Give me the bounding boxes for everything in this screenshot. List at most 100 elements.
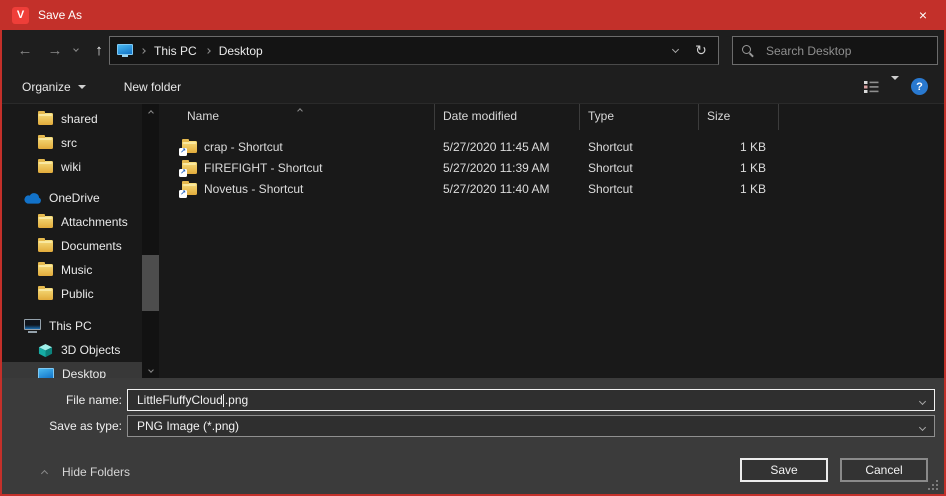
file-name-extension: .png [225, 393, 248, 407]
folder-icon [38, 216, 53, 228]
chevron-down-icon [671, 45, 678, 52]
sidebar-item-label: wiki [61, 160, 81, 174]
refresh-button[interactable]: ↻ [688, 37, 714, 64]
organize-menu-button[interactable]: Organize [22, 80, 86, 94]
shortcut-arrow-icon: ↗ [179, 169, 187, 177]
sidebar-item-attachments[interactable]: Attachments [2, 210, 142, 234]
help-icon: ? [916, 81, 923, 93]
file-date: 5/27/2020 11:40 AM [435, 182, 580, 196]
back-arrow-icon: ← [18, 42, 33, 59]
help-button[interactable]: ? [911, 78, 928, 95]
chevron-up-icon [148, 110, 154, 116]
folder-icon [38, 161, 53, 173]
window-title: Save As [38, 8, 82, 22]
navigation-pane: shared src wiki OneDrive [2, 104, 162, 378]
breadcrumb-desktop[interactable]: Desktop [215, 44, 267, 58]
resize-grip-icon[interactable] [928, 480, 930, 482]
breadcrumb-separator-icon [140, 48, 146, 54]
save-as-type-select[interactable]: PNG Image (*.png) [127, 415, 935, 437]
desktop-icon [38, 368, 54, 379]
forward-button[interactable]: → [42, 30, 68, 70]
sidebar-item-shared[interactable]: shared [2, 107, 142, 131]
folder-shortcut-icon: ↗ [182, 183, 197, 195]
file-name-dropdown-button[interactable] [920, 393, 925, 407]
sidebar-item-documents[interactable]: Documents [2, 234, 142, 258]
back-button[interactable]: ← [12, 30, 38, 70]
file-name: Novetus - Shortcut [204, 182, 303, 196]
sidebar-item-label: Music [61, 263, 92, 277]
scroll-down-button[interactable] [142, 364, 159, 378]
sidebar-item-label: 3D Objects [61, 343, 120, 357]
file-list: Name Date modified Type Size ↗ crap - Sh… [162, 104, 944, 378]
file-name-input[interactable]: LittleFluffyCloud .png [127, 389, 935, 411]
onedrive-cloud-icon [24, 193, 41, 204]
folder-icon [38, 264, 53, 276]
file-name: crap - Shortcut [204, 140, 283, 154]
sidebar-item-src[interactable]: src [2, 131, 142, 155]
file-size: 1 KB [699, 161, 779, 175]
sidebar-item-this-pc[interactable]: This PC [2, 314, 142, 338]
menu-arrow-icon [891, 76, 899, 94]
breadcrumb-separator-icon [205, 48, 211, 54]
table-row[interactable]: ↗ crap - Shortcut 5/27/2020 11:45 AM Sho… [162, 136, 944, 157]
shortcut-arrow-icon: ↗ [179, 190, 187, 198]
chevron-down-icon [148, 367, 154, 373]
hide-folders-button[interactable]: Hide Folders [42, 465, 130, 479]
details-view-icon [864, 80, 879, 93]
breadcrumb-this-pc[interactable]: This PC [150, 44, 201, 58]
sidebar-item-desktop[interactable]: Desktop [2, 362, 142, 378]
sidebar-scrollbar[interactable] [142, 104, 159, 378]
chevron-down-icon [919, 424, 926, 431]
sidebar-item-label: shared [61, 112, 98, 126]
file-type: Shortcut [580, 182, 699, 196]
sidebar-item-3d-objects[interactable]: 3D Objects [2, 338, 142, 362]
views-dropdown-button[interactable] [891, 80, 899, 94]
recent-locations-button[interactable] [68, 30, 84, 70]
save-as-dialog: V Save As × ← → ↑ This PC Desktop [0, 0, 946, 496]
sidebar-item-label: OneDrive [49, 191, 100, 205]
table-row[interactable]: ↗ Novetus - Shortcut 5/27/2020 11:40 AM … [162, 178, 944, 199]
save-as-type-label: Save as type: [2, 419, 127, 433]
cancel-button[interactable]: Cancel [840, 458, 928, 482]
save-as-type-dropdown-button[interactable] [920, 419, 925, 433]
sidebar-item-label: This PC [49, 319, 92, 333]
cancel-button-label: Cancel [865, 463, 902, 477]
up-arrow-icon: ↑ [95, 42, 103, 59]
sidebar-item-label: Attachments [61, 215, 128, 229]
sidebar-item-onedrive[interactable]: OneDrive [2, 186, 142, 210]
search-box[interactable] [732, 36, 938, 65]
new-folder-button[interactable]: New folder [124, 80, 181, 94]
bottom-panel: File name: LittleFluffyCloud .png Save a… [2, 378, 944, 494]
column-header-size[interactable]: Size [699, 104, 779, 130]
change-view-button[interactable] [864, 80, 879, 93]
sidebar-item-label: Public [61, 287, 94, 301]
table-row[interactable]: ↗ FIREFIGHT - Shortcut 5/27/2020 11:39 A… [162, 157, 944, 178]
address-bar[interactable]: This PC Desktop ↻ [109, 36, 719, 65]
sidebar-item-public[interactable]: Public [2, 282, 142, 306]
save-as-type-value: PNG Image (*.png) [137, 419, 239, 433]
save-button[interactable]: Save [740, 458, 828, 482]
sidebar-item-label: src [61, 136, 77, 150]
file-name-value: LittleFluffyCloud [137, 393, 223, 407]
file-type: Shortcut [580, 140, 699, 154]
chevron-down-icon [919, 398, 926, 405]
search-icon [741, 44, 754, 57]
column-header-type[interactable]: Type [580, 104, 699, 130]
search-input[interactable] [764, 43, 914, 59]
forward-arrow-icon: → [48, 42, 63, 59]
address-dropdown-button[interactable] [662, 37, 688, 64]
hide-folders-label: Hide Folders [62, 465, 130, 479]
close-button[interactable]: × [902, 0, 944, 30]
column-header-date-modified[interactable]: Date modified [435, 104, 580, 130]
column-headers: Name Date modified Type Size [162, 104, 944, 130]
sidebar-item-wiki[interactable]: wiki [2, 155, 142, 179]
scroll-up-button[interactable] [142, 104, 159, 118]
3d-objects-cube-icon [38, 343, 53, 358]
refresh-icon: ↻ [695, 42, 707, 59]
file-date: 5/27/2020 11:39 AM [435, 161, 580, 175]
sidebar-item-music[interactable]: Music [2, 258, 142, 282]
close-icon: × [919, 7, 927, 23]
file-name-label: File name: [2, 393, 127, 407]
menu-arrow-icon [78, 85, 86, 89]
scrollbar-thumb[interactable] [142, 255, 159, 311]
